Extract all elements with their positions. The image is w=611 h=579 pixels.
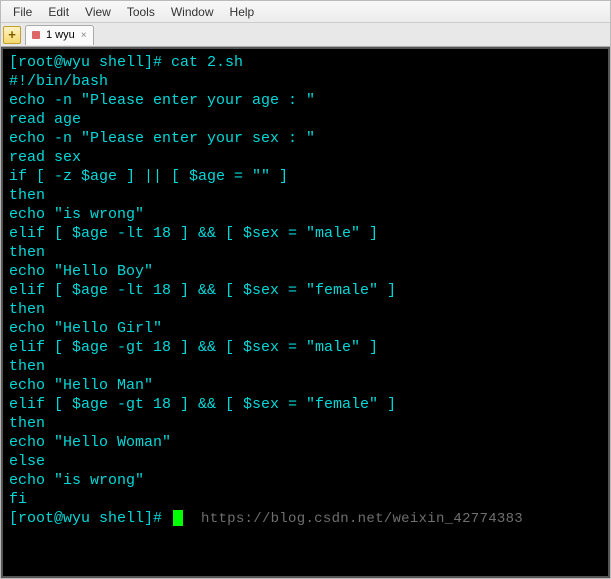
term-line: read sex [9,148,602,167]
menu-help[interactable]: Help [222,3,263,21]
term-line: elif [ $age -lt 18 ] && [ $sex = "male" … [9,224,602,243]
menu-window[interactable]: Window [163,3,222,21]
menu-view[interactable]: View [77,3,119,21]
term-line: then [9,186,602,205]
term-line: then [9,357,602,376]
term-line: elif [ $age -gt 18 ] && [ $sex = "female… [9,395,602,414]
menu-edit[interactable]: Edit [40,3,77,21]
term-line: echo "is wrong" [9,205,602,224]
term-line: then [9,243,602,262]
menu-tools[interactable]: Tools [119,3,163,21]
term-line: elif [ $age -gt 18 ] && [ $sex = "male" … [9,338,602,357]
terminal-output[interactable]: [root@wyu shell]# cat 2.sh #!/bin/bash e… [1,47,610,578]
term-line: echo "Hello Woman" [9,433,602,452]
term-line: then [9,414,602,433]
term-line: echo -n "Please enter your age : " [9,91,602,110]
term-line: echo "is wrong" [9,471,602,490]
tab-session[interactable]: 1 wyu × [25,25,94,45]
tabbar: + 1 wyu × [1,23,610,47]
term-line: else [9,452,602,471]
menu-file[interactable]: File [5,3,40,21]
menubar: File Edit View Tools Window Help [1,1,610,23]
cursor [173,510,183,526]
term-prompt-line: [root@wyu shell]# https://blog.csdn.net/… [9,509,602,529]
term-line: echo "Hello Boy" [9,262,602,281]
tab-label: 1 wyu [46,29,75,41]
term-line: echo -n "Please enter your sex : " [9,129,602,148]
term-line: echo "Hello Man" [9,376,602,395]
term-line: [root@wyu shell]# cat 2.sh [9,53,602,72]
watermark-text: https://blog.csdn.net/weixin_42774383 [201,511,523,527]
term-line: #!/bin/bash [9,72,602,91]
term-line: echo "Hello Girl" [9,319,602,338]
terminal-icon [32,31,40,39]
new-tab-button[interactable]: + [3,26,21,44]
term-line: if [ -z $age ] || [ $age = "" ] [9,167,602,186]
close-tab-icon[interactable]: × [81,30,87,41]
shell-prompt: [root@wyu shell]# [9,510,171,527]
term-line: fi [9,490,602,509]
term-line: then [9,300,602,319]
term-line: read age [9,110,602,129]
term-line: elif [ $age -lt 18 ] && [ $sex = "female… [9,281,602,300]
